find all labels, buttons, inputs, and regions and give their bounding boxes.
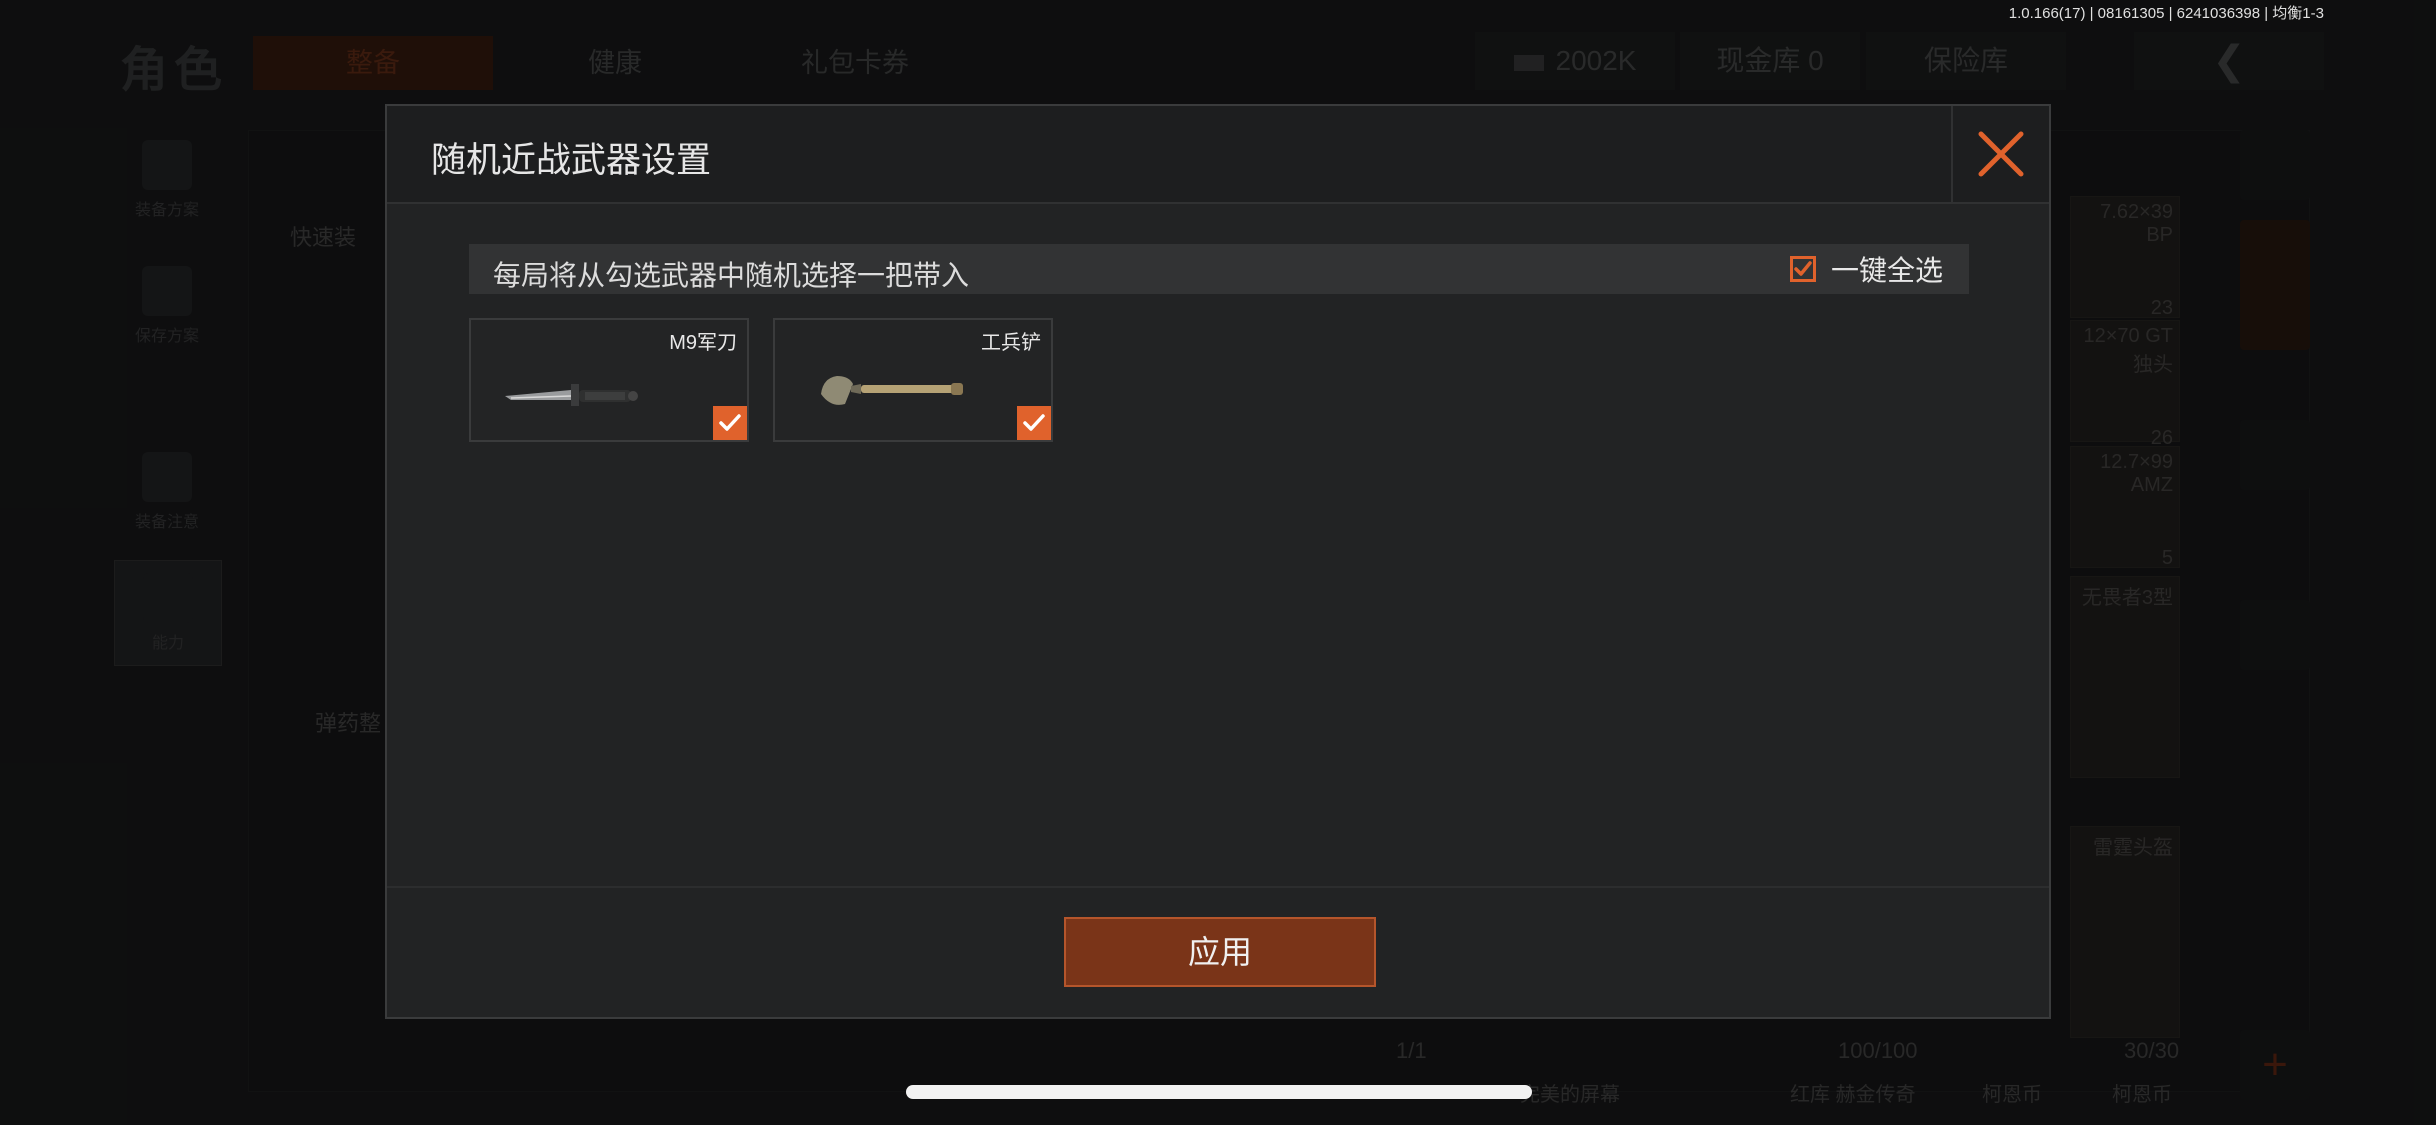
check-icon — [1023, 414, 1045, 431]
version-label: 1.0.166(17) | 08161305 | 6241036398 | 均衡… — [2008, 5, 2324, 22]
select-all-label: 一键全选 — [1830, 255, 1943, 286]
close-button[interactable] — [1951, 106, 2049, 202]
select-all-checkbox[interactable] — [1789, 256, 1816, 282]
dialog-title: 随机近战武器设置 — [431, 141, 712, 180]
weapon-card-m9-knife[interactable]: M9军刀 — [469, 318, 749, 442]
random-melee-dialog: 随机近战武器设置 每局将从勾选武器中随机选择一把带入 一键全选 M9军刀 工兵铲… — [385, 104, 2051, 1019]
home-indicator[interactable] — [906, 1085, 1532, 1099]
check-icon — [1794, 261, 1812, 276]
select-all-toggle[interactable]: 一键全选 — [1789, 252, 1943, 286]
weapon-name: 工兵铲 — [981, 332, 1041, 354]
knife-icon — [505, 384, 638, 406]
hint-bar: 每局将从勾选武器中随机选择一把带入 一键全选 — [469, 244, 1969, 294]
weapon-checkbox[interactable] — [1017, 406, 1051, 440]
close-icon — [1978, 131, 2024, 177]
shovel-icon — [821, 376, 963, 405]
hint-text: 每局将从勾选武器中随机选择一把带入 — [493, 260, 970, 291]
dialog-header: 随机近战武器设置 — [387, 106, 2049, 204]
apply-button[interactable]: 应用 — [1064, 917, 1376, 987]
weapon-name: M9军刀 — [669, 332, 737, 354]
weapon-card-shovel[interactable]: 工兵铲 — [773, 318, 1053, 442]
check-icon — [719, 414, 741, 431]
weapon-checkbox[interactable] — [713, 406, 747, 440]
footer-divider — [387, 886, 2049, 888]
